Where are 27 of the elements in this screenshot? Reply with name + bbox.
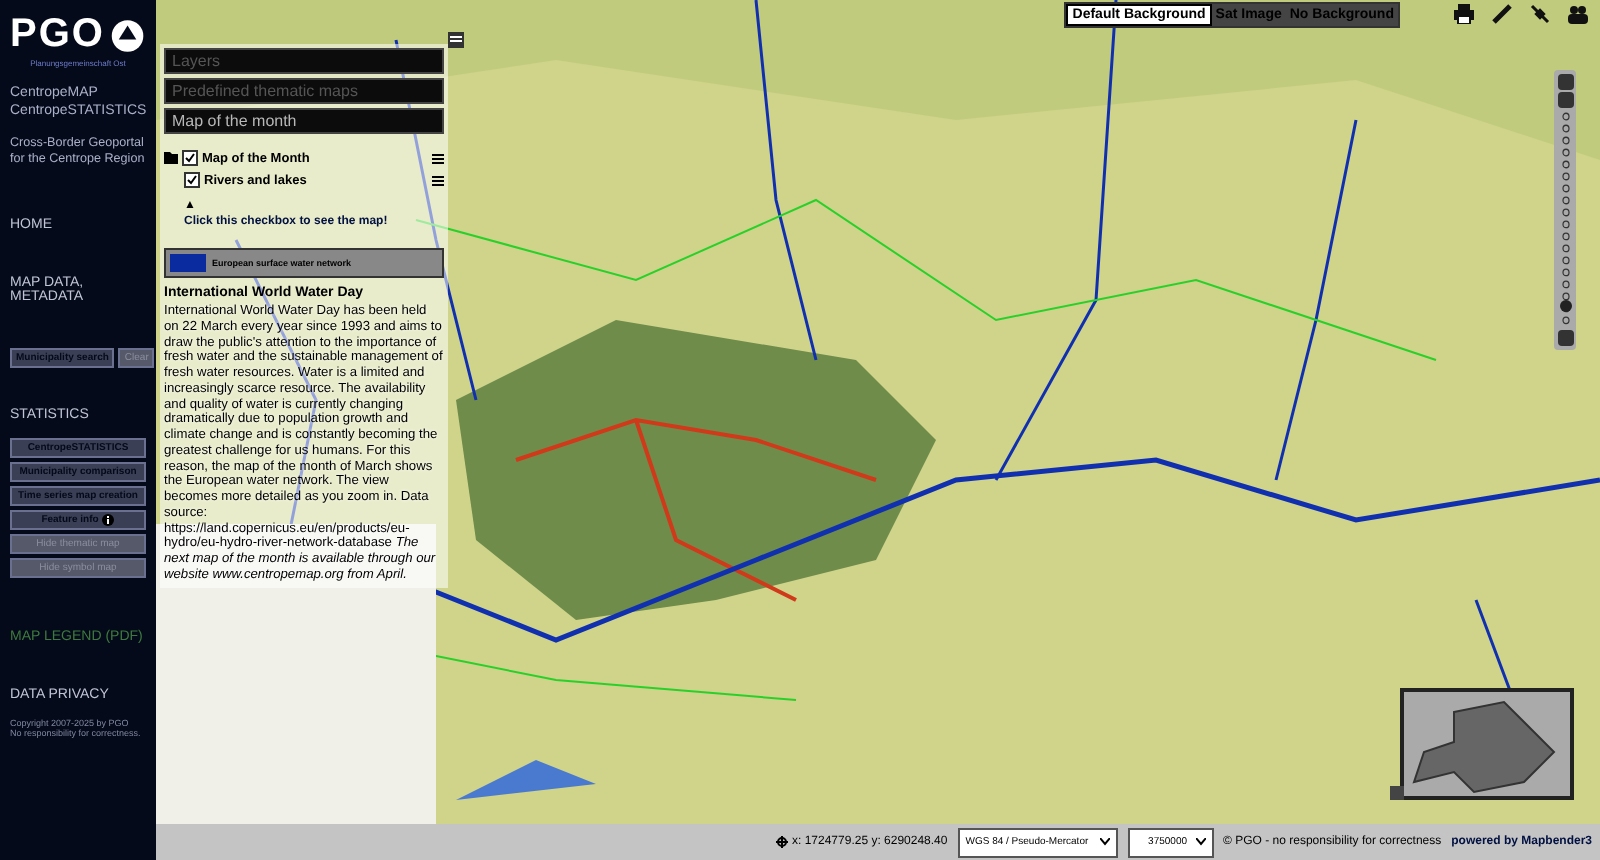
zoom-in-button[interactable] <box>1557 92 1573 108</box>
chevron-icon <box>1195 838 1206 846</box>
people-icon[interactable] <box>1568 4 1588 24</box>
zoom-thumb[interactable] <box>1559 300 1571 313</box>
accordion-tab[interactable]: Map of the month <box>164 108 444 134</box>
lake-shape <box>456 760 596 800</box>
zoom-out-button[interactable] <box>1557 330 1573 346</box>
menu-icon[interactable] <box>432 153 444 163</box>
overview-toggle-button[interactable] <box>1390 786 1404 800</box>
pan-button[interactable] <box>1557 74 1573 90</box>
layer-checkbox[interactable] <box>184 172 200 188</box>
zoom-slider[interactable] <box>1557 110 1573 328</box>
map-area[interactable] <box>156 0 1600 824</box>
layer-checkbox[interactable] <box>182 150 198 166</box>
menu-icon[interactable] <box>448 32 464 48</box>
chevron-icon <box>1100 838 1111 846</box>
folder-icon <box>164 152 178 164</box>
satellite-icon[interactable] <box>1530 4 1550 24</box>
accordion-tab[interactable]: Predefined thematic maps <box>164 78 444 104</box>
accordion-tab[interactable]: Layers <box>164 48 444 74</box>
print-icon[interactable] <box>1454 4 1474 24</box>
info-icon <box>102 513 115 526</box>
logo-text: PGO <box>10 12 105 58</box>
crosshair-icon <box>776 836 788 848</box>
menu-icon[interactable] <box>432 175 444 185</box>
overview-map[interactable] <box>1400 688 1574 800</box>
logo-icon <box>110 17 146 53</box>
